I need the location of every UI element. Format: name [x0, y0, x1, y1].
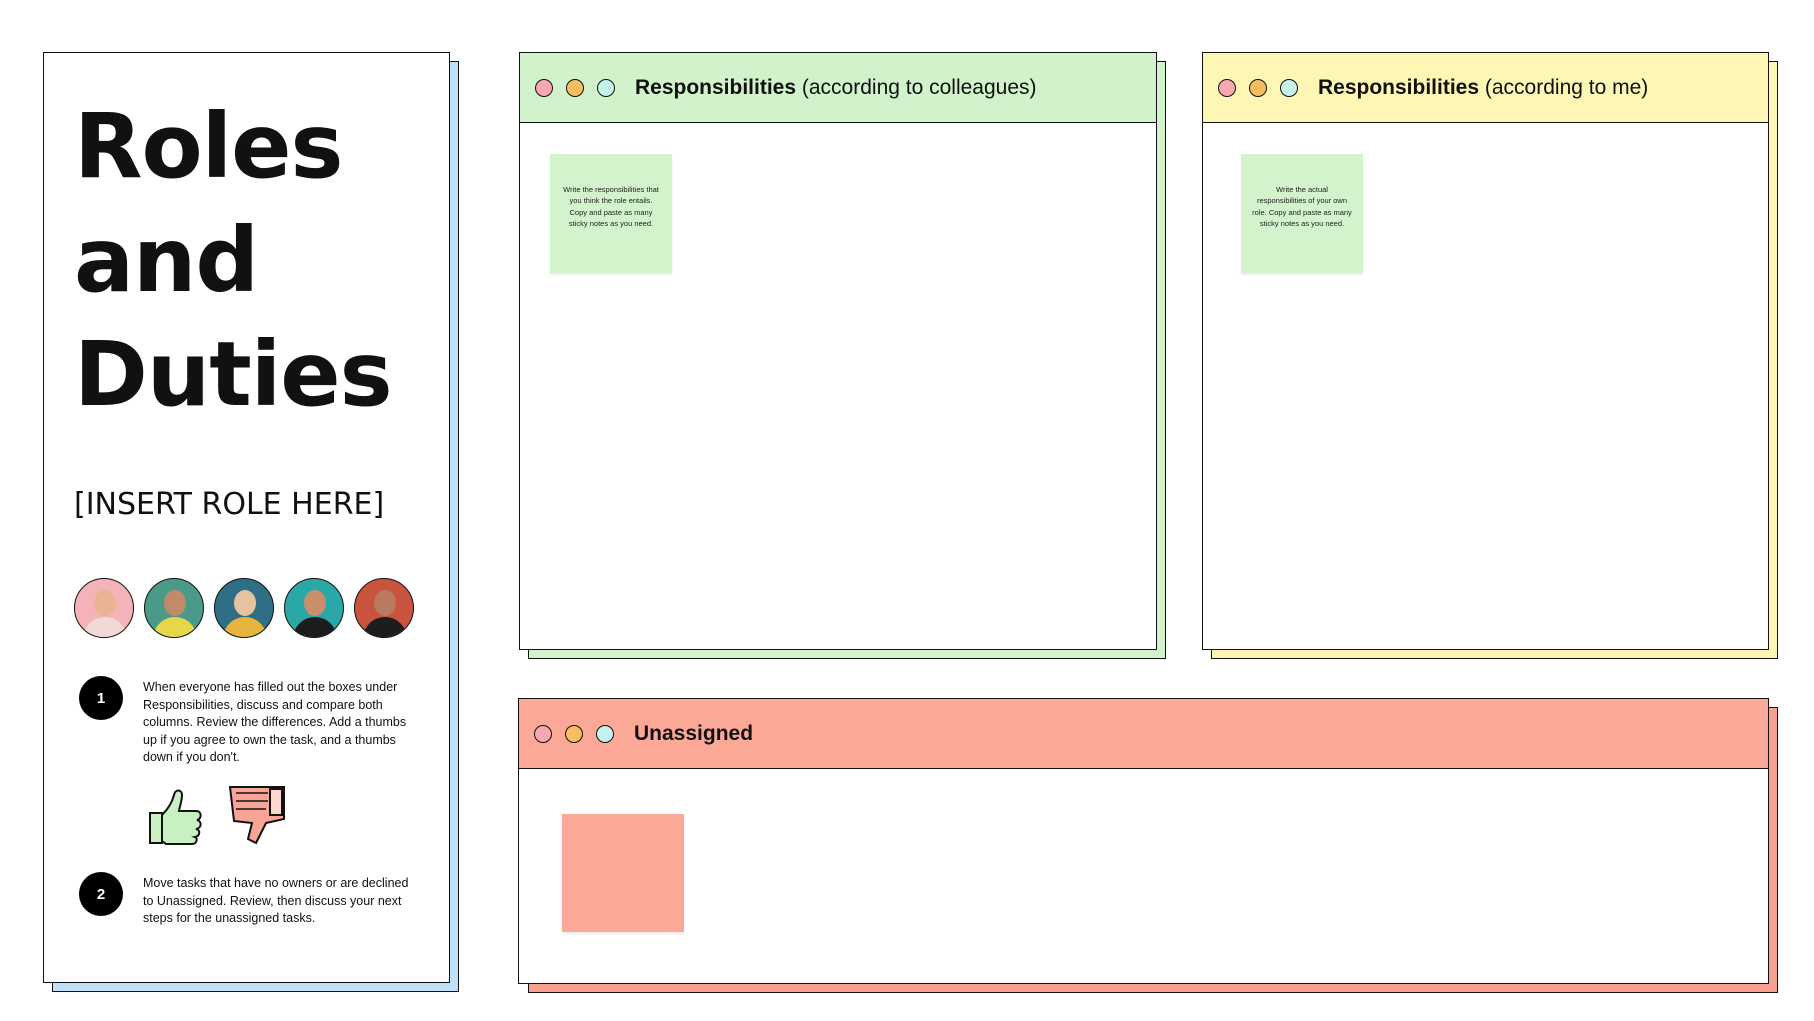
- avatar[interactable]: [144, 578, 204, 638]
- unassigned-column[interactable]: Unassigned: [518, 698, 1769, 984]
- avatar[interactable]: [214, 578, 274, 638]
- thumbs-down-icon[interactable]: [226, 783, 288, 847]
- avatar[interactable]: [74, 578, 134, 638]
- pink-dot-icon: [534, 724, 552, 743]
- step-number-badge: 2: [79, 872, 123, 916]
- sticky-note[interactable]: Write the responsibilities that you thin…: [550, 154, 672, 273]
- sticky-note[interactable]: [562, 814, 684, 932]
- column-title: Unassigned: [634, 721, 754, 745]
- orange-dot-icon: [565, 724, 583, 743]
- step-text: When everyone has filled out the boxes u…: [143, 680, 407, 764]
- avatar[interactable]: [354, 578, 414, 638]
- sticky-note[interactable]: Write the actual responsibilities of you…: [1241, 154, 1363, 273]
- orange-dot-icon: [566, 78, 584, 97]
- me-column[interactable]: Responsibilities (according to me) Write…: [1202, 52, 1769, 650]
- window-dots: [1218, 78, 1298, 97]
- step-text: Move tasks that have no owners or are de…: [143, 876, 409, 925]
- pink-dot-icon: [535, 78, 553, 97]
- avatar-list: [74, 578, 419, 638]
- info-panel[interactable]: Roles and Duties [INSERT ROLE HERE] 1 Wh…: [43, 52, 450, 983]
- column-header: Unassigned: [519, 699, 1768, 769]
- pink-dot-icon: [1218, 78, 1236, 97]
- column-title: Responsibilities (according to colleague…: [635, 75, 1037, 99]
- column-header: Responsibilities (according to colleague…: [520, 53, 1156, 123]
- column-header: Responsibilities (according to me): [1203, 53, 1768, 123]
- cyan-dot-icon: [1280, 78, 1298, 97]
- window-dots: [534, 724, 614, 743]
- window-dots: [535, 78, 615, 97]
- instruction-step-2: 2 Move tasks that have no owners or are …: [79, 872, 415, 928]
- column-title: Responsibilities (according to me): [1318, 75, 1649, 99]
- instruction-step-1: 1 When everyone has filled out the boxes…: [79, 676, 415, 767]
- thumbs-up-icon[interactable]: [144, 783, 206, 847]
- role-placeholder[interactable]: [INSERT ROLE HERE]: [74, 487, 419, 522]
- reaction-stickers: [144, 783, 288, 847]
- cyan-dot-icon: [597, 78, 615, 97]
- colleagues-column[interactable]: Responsibilities (according to colleague…: [519, 52, 1157, 650]
- cyan-dot-icon: [596, 724, 614, 743]
- step-number-badge: 1: [79, 676, 123, 720]
- page-title: Roles and Duties: [74, 94, 393, 426]
- avatar[interactable]: [284, 578, 344, 638]
- orange-dot-icon: [1249, 78, 1267, 97]
